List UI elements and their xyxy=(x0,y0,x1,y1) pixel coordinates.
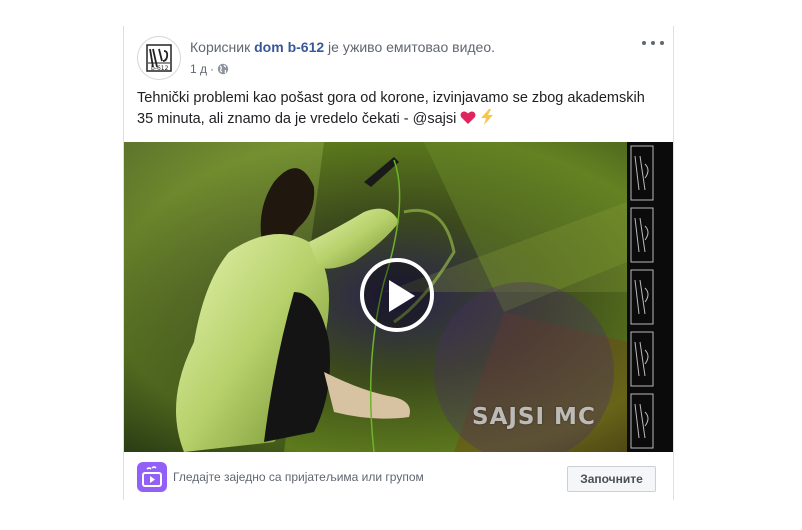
page-avatar[interactable]: b-612 xyxy=(137,36,181,80)
post-header: Корисник dom b-612 је уживо емитовао вид… xyxy=(190,39,495,55)
video-watermark: SAJSI MC xyxy=(472,404,596,430)
header-prefix: Корисник xyxy=(190,39,251,55)
play-icon[interactable] xyxy=(360,258,434,332)
dom-b612-logo-icon xyxy=(630,145,654,449)
logo-strip xyxy=(627,142,673,452)
post-card: b-612 Корисник dom b-612 је уживо емитов… xyxy=(123,26,674,500)
header-suffix: је уживо емитовао видео. xyxy=(328,39,496,55)
more-dot xyxy=(651,41,655,45)
watch-together-text: Гледајте заједно са пријатељима или груп… xyxy=(173,470,424,484)
lightning-icon xyxy=(481,109,494,125)
post-meta: 1 д · xyxy=(190,62,229,76)
post-message-text: Tehnički problemi kao pošast gora od kor… xyxy=(137,90,645,127)
red-heart-icon xyxy=(460,111,476,124)
watch-party-icon xyxy=(137,462,167,492)
watch-together-bar: Гледајте заједно са пријатељима или груп… xyxy=(124,452,673,500)
meta-separator: · xyxy=(210,62,215,76)
post-message: Tehnički problemi kao pošast gora od kor… xyxy=(137,88,657,130)
more-dot xyxy=(660,41,664,45)
more-options-icon[interactable] xyxy=(642,36,664,50)
post-time[interactable]: 1 д xyxy=(190,62,207,76)
dom-b612-logo-icon: b-612 xyxy=(146,44,172,72)
video-player[interactable]: SAJSI MC xyxy=(124,142,673,452)
play-triangle xyxy=(389,280,415,312)
page-name-link[interactable]: dom b-612 xyxy=(254,39,324,55)
globe-icon[interactable] xyxy=(217,63,229,75)
more-dot xyxy=(642,41,646,45)
watch-party-glyph xyxy=(142,466,162,487)
start-button[interactable]: Започните xyxy=(567,466,656,492)
svg-text:b-612: b-612 xyxy=(151,65,169,72)
